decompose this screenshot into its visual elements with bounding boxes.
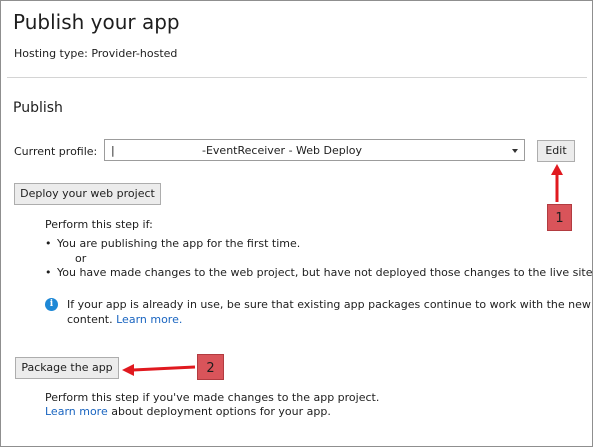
info-icon: i [45,298,58,311]
deployment-options-learn-more-link[interactable]: Learn more [45,405,108,418]
deploy-intro: Perform this step if: [45,218,153,231]
bullet-dot: • [45,237,52,250]
callout-badge-1: 1 [547,204,572,231]
arrow-left-head [122,364,134,376]
deploy-or-text: or [75,252,87,265]
package-app-button[interactable]: Package the app [15,357,119,379]
window-frame: Publish your app Hosting type: Provider-… [0,0,593,447]
divider [7,77,587,78]
redacted-region [117,143,201,157]
chevron-down-icon[interactable] [512,149,518,153]
info-text-content: content. [67,313,113,326]
callout-badge-2: 2 [197,354,224,380]
bullet-dot: • [45,266,52,279]
edit-profile-button[interactable]: Edit [537,140,575,162]
info-text-line1: If your app is already in use, be sure t… [67,298,593,311]
current-profile-label: Current profile: [14,145,98,158]
package-desc: Perform this step if you've made changes… [45,391,380,404]
page-title: Publish your app [13,10,180,34]
deploy-bullet-changes: You have made changes to the web project… [57,266,593,279]
arrow-up-head [551,164,563,175]
info-text-line2: content. Learn more. [67,313,182,326]
package-link-suffix: about deployment options for your app. [107,405,331,418]
hosting-type-label: Hosting type: Provider-hosted [14,47,178,60]
deploy-bullet-first-time: You are publishing the app for the first… [57,237,301,250]
deploy-web-project-button[interactable]: Deploy your web project [14,183,161,205]
profile-value-prefix: | [111,144,115,157]
section-title-publish: Publish [13,100,63,116]
arrow-left-line [132,365,196,372]
package-learn-more-line: Learn more about deployment options for … [45,405,331,418]
profile-value: -EventReceiver - Web Deploy [202,144,363,157]
profile-dropdown[interactable]: | -EventReceiver - Web Deploy [104,139,525,161]
learn-more-link[interactable]: Learn more. [116,313,182,326]
